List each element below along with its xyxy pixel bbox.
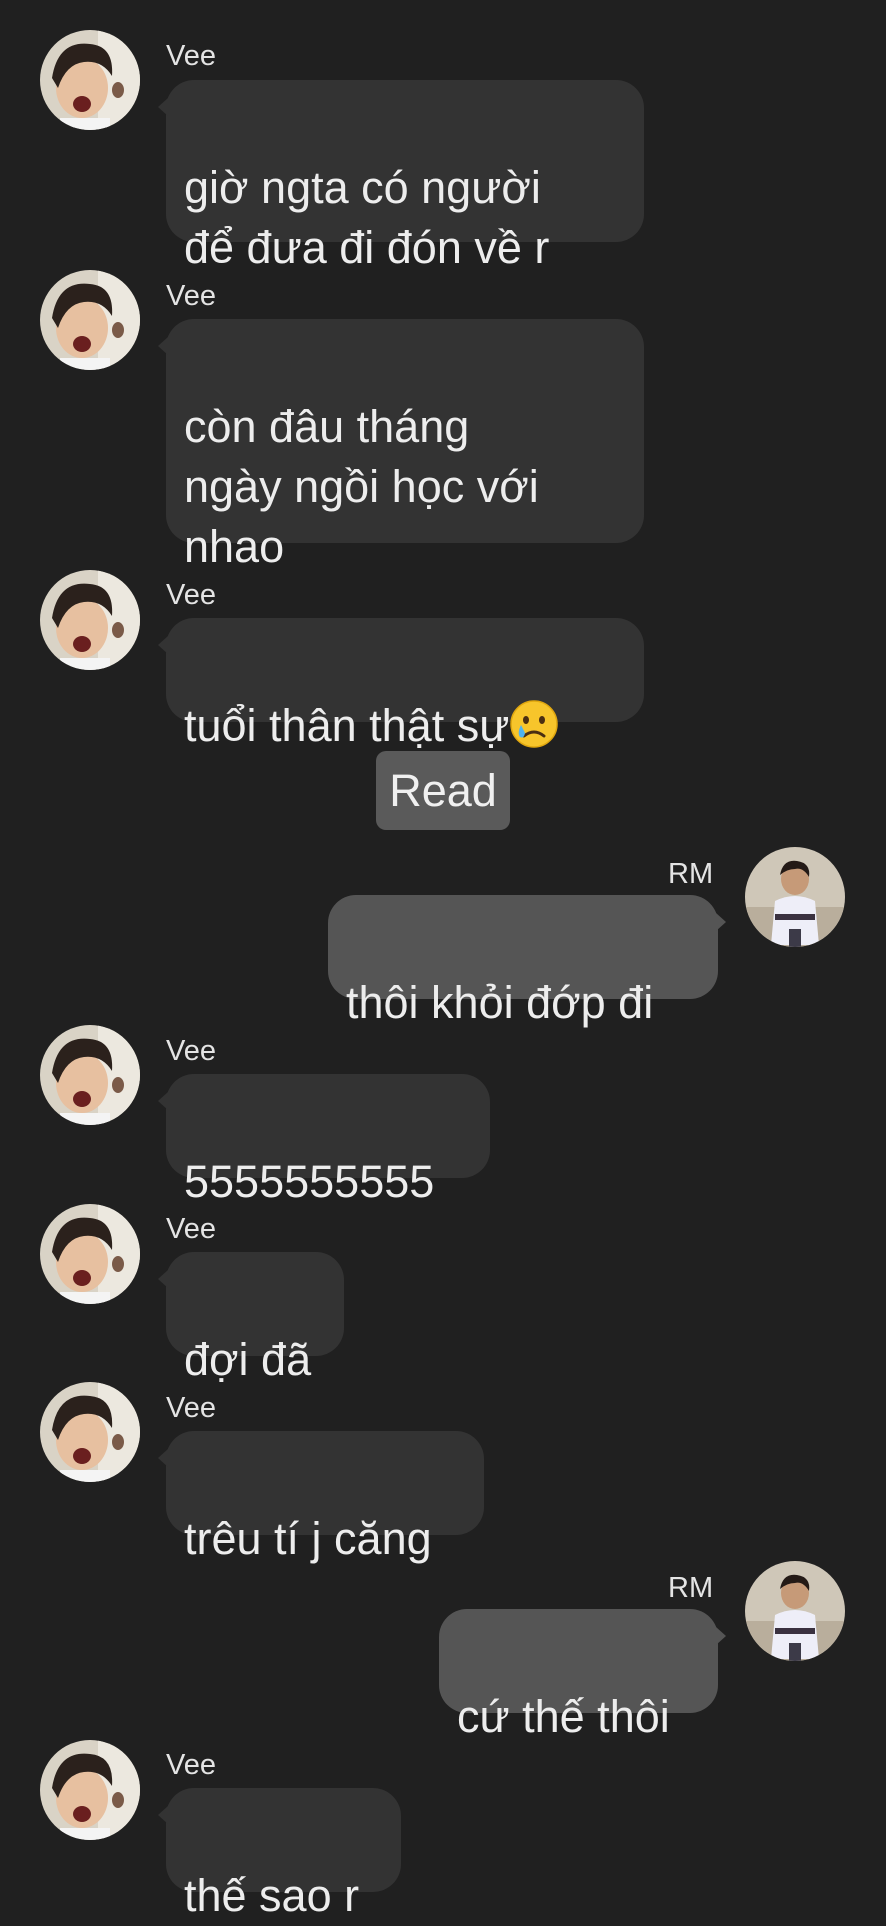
avatar-vee-icon: [40, 270, 140, 370]
message-text: cứ thế thôi: [457, 1691, 670, 1742]
message-bubble[interactable]: thôi khỏi đớp đi: [328, 895, 726, 1028]
message-bubble[interactable]: 5555555555: [158, 1074, 490, 1207]
avatar[interactable]: [40, 30, 140, 130]
sender-name: Vee: [166, 1749, 216, 1781]
avatar-rm-icon: [745, 1561, 845, 1661]
message-text: thôi khỏi đớp đi: [346, 977, 654, 1028]
avatar[interactable]: [40, 1382, 140, 1482]
sender-name: Vee: [166, 1392, 216, 1424]
message-bubble[interactable]: cứ thế thôi: [439, 1609, 726, 1742]
avatar-vee-icon: [40, 1204, 140, 1304]
message-bubble[interactable]: đợi đã: [158, 1252, 344, 1385]
sender-name: Vee: [166, 1213, 216, 1245]
avatar[interactable]: [40, 1204, 140, 1304]
avatar-vee-icon: [40, 30, 140, 130]
message-bubble[interactable]: trêu tí j căng: [158, 1431, 484, 1564]
sender-name: Vee: [166, 1035, 216, 1067]
avatar-vee-icon: [40, 1740, 140, 1840]
avatar-vee-icon: [40, 1025, 140, 1125]
sender-name: Vee: [166, 40, 216, 72]
avatar-vee-icon: [40, 570, 140, 670]
sender-name: Vee: [166, 280, 216, 312]
message-text: thế sao r: [184, 1870, 360, 1921]
message-bubble[interactable]: tuổi thân thật sự: [158, 618, 644, 751]
message-bubble[interactable]: thế sao r: [158, 1788, 401, 1921]
message-text: 5555555555: [184, 1156, 435, 1207]
avatar-vee-icon: [40, 1382, 140, 1482]
message-bubble[interactable]: còn đâu tháng ngày ngồi học với nhao: [158, 319, 644, 572]
message-text: giờ ngta có người để đưa đi đón về r: [184, 162, 550, 273]
sender-name: Vee: [166, 579, 216, 611]
message-text: còn đâu tháng ngày ngồi học với nhao: [184, 401, 539, 572]
crying-face-emoji-icon: [510, 700, 559, 748]
sender-name: RM: [668, 858, 714, 890]
avatar[interactable]: [745, 847, 845, 947]
avatar[interactable]: [745, 1561, 845, 1661]
avatar-rm-icon: [745, 847, 845, 947]
message-text: trêu tí j căng: [184, 1513, 432, 1564]
avatar[interactable]: [40, 1740, 140, 1840]
avatar[interactable]: [40, 270, 140, 370]
message-bubble[interactable]: giờ ngta có người để đưa đi đón về r: [158, 80, 644, 273]
message-text: tuổi thân thật sự: [184, 700, 510, 751]
sender-name: RM: [668, 1572, 714, 1604]
avatar[interactable]: [40, 1025, 140, 1125]
message-text: đợi đã: [184, 1334, 312, 1385]
avatar[interactable]: [40, 570, 140, 670]
read-receipt: Read: [376, 751, 510, 830]
